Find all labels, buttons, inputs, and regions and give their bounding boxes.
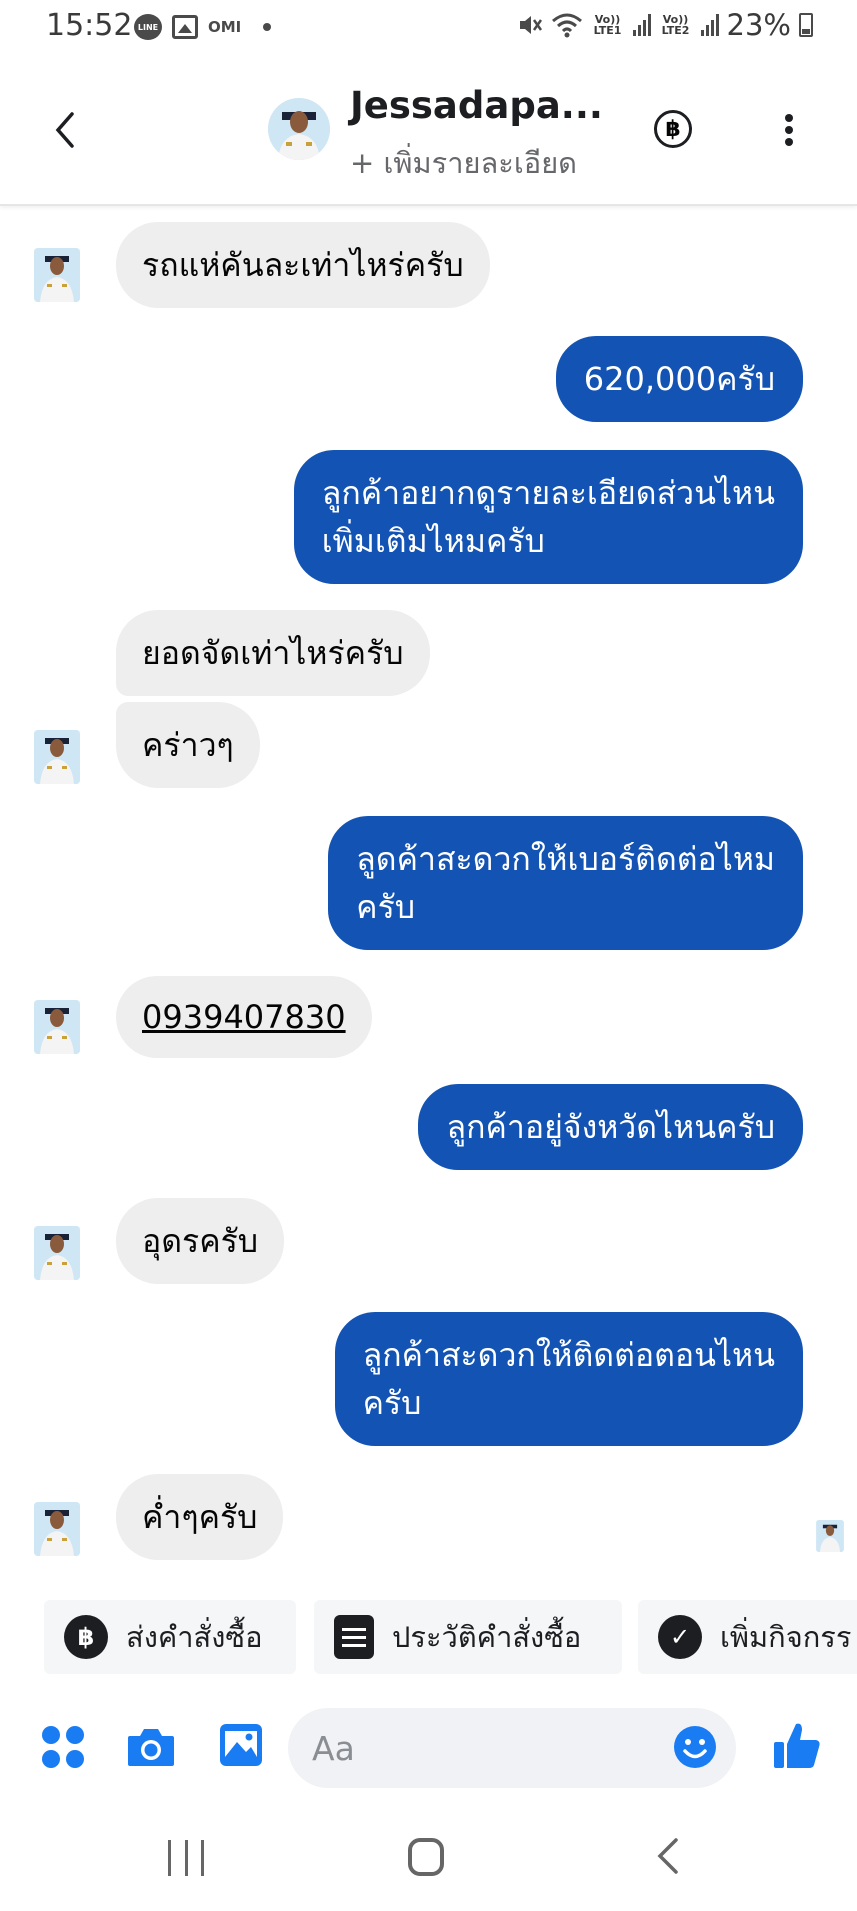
recents-button[interactable] [168, 1840, 204, 1876]
system-navigation-bar [0, 1800, 857, 1911]
outgoing-message[interactable]: ลูกค้าสะดวกให้ติดต่อตอนไหน ครับ [334, 1312, 803, 1446]
order-history-button[interactable]: ประวัติคำสั่งซื้อ [314, 1600, 622, 1674]
contact-avatar-small[interactable] [34, 1502, 80, 1556]
baht-icon: ฿ [665, 116, 681, 142]
baht-circle-icon: ฿ [64, 1615, 108, 1659]
contact-avatar-small[interactable] [34, 730, 80, 784]
person-avatar-icon [268, 98, 330, 160]
omi-icon: OMI [208, 18, 242, 36]
signal-bars-1-icon [632, 14, 651, 36]
incoming-message[interactable]: คร่าวๆ [116, 702, 260, 788]
contact-avatar-small[interactable] [34, 248, 80, 302]
message-text: ลูกค้าอยู่จังหวัดไหนครับ [446, 1108, 775, 1146]
incoming-message[interactable]: ค่ำๆครับ [116, 1474, 284, 1560]
payment-button[interactable]: ฿ [654, 110, 692, 148]
mute-icon [519, 16, 542, 34]
contact-name[interactable]: Jessadapa... [350, 84, 603, 127]
contact-avatar-small[interactable] [34, 1226, 80, 1280]
incoming-message[interactable]: รถแห่คันละเท่าไหร่ครับ [116, 222, 490, 308]
home-button[interactable] [408, 1838, 444, 1876]
contact-avatar[interactable] [268, 98, 330, 160]
add-activity-button[interactable]: ✓ เพิ่มกิจกรร [638, 1600, 857, 1674]
message-input[interactable] [288, 1708, 736, 1788]
person-avatar-icon [34, 1502, 80, 1556]
line-app-icon: LINE [134, 14, 162, 40]
person-avatar-icon [34, 1226, 80, 1280]
camera-icon[interactable] [126, 1726, 176, 1768]
wifi-icon [551, 13, 582, 38]
more-apps-icon[interactable] [42, 1726, 84, 1768]
system-back-button[interactable] [656, 1836, 680, 1876]
incoming-message[interactable]: อุดรครับ [116, 1198, 285, 1284]
message-composer [0, 1700, 857, 1796]
status-time: 15:52 [46, 8, 133, 43]
person-avatar-icon [34, 248, 80, 302]
person-avatar-icon [34, 730, 80, 784]
person-avatar-icon [816, 1520, 844, 1552]
read-receipt-avatar [816, 1520, 844, 1552]
chat-header: Jessadapa... + เพิ่มรายละเอียด ฿ [0, 58, 857, 206]
incoming-message[interactable]: 0939407830 [116, 976, 372, 1058]
message-text: ลูดค้าสะดวกให้เบอร์ติดต่อไหม [356, 840, 775, 878]
signal-bars-2-icon [700, 14, 719, 36]
notification-icons: LINE OMI [134, 14, 272, 40]
sim2-label: Vo)) LTE2 [661, 13, 690, 37]
outgoing-message[interactable]: ลูดค้าสะดวกให้เบอร์ติดต่อไหม ครับ [328, 816, 803, 950]
gallery-icon[interactable] [218, 1722, 264, 1768]
message-text: ครับ [362, 1384, 422, 1422]
status-bar: 15:52 LINE OMI Vo)) LTE1 Vo)) LTE2 23% [0, 0, 857, 58]
outgoing-message[interactable]: ลูกค้าอยากดูรายละเอียดส่วนไหน เพิ่มเติมไ… [293, 450, 803, 584]
quick-action-label: เพิ่มกิจกรร [720, 1620, 852, 1654]
outgoing-message[interactable]: 620,000ครับ [555, 336, 803, 422]
chevron-left-icon [55, 112, 74, 148]
more-notifications-dot-icon [263, 23, 272, 31]
add-details-link[interactable]: + เพิ่มรายละเอียด [350, 140, 577, 186]
message-text: ลูกค้าสะดวกให้ติดต่อตอนไหน [362, 1336, 775, 1374]
battery-percent: 23% [726, 8, 791, 42]
thumbs-up-icon[interactable] [772, 1718, 822, 1772]
gallery-notification-icon [172, 15, 198, 39]
quick-action-label: ประวัติคำสั่งซื้อ [392, 1620, 582, 1654]
check-circle-icon: ✓ [658, 1615, 702, 1659]
send-order-button[interactable]: ฿ ส่งคำสั่งซื้อ [44, 1600, 296, 1674]
message-text: เพิ่มเติมไหมครับ [321, 522, 545, 560]
emoji-icon[interactable] [672, 1724, 718, 1770]
person-avatar-icon [34, 1000, 80, 1054]
more-options-icon[interactable] [774, 110, 804, 150]
battery-icon [799, 13, 813, 37]
phone-number-link[interactable]: 0939407830 [142, 993, 346, 1041]
back-button[interactable] [46, 108, 86, 152]
contact-avatar-small[interactable] [34, 1000, 80, 1054]
order-history-icon [334, 1615, 374, 1659]
system-icons: Vo)) LTE1 Vo)) LTE2 23% [517, 8, 813, 42]
sim1-label: Vo)) LTE1 [593, 13, 622, 37]
message-text: ลูกค้าอยากดูรายละเอียดส่วนไหน [321, 474, 775, 512]
outgoing-message[interactable]: ลูกค้าอยู่จังหวัดไหนครับ [418, 1084, 803, 1170]
message-text: 620,000ครับ [583, 360, 775, 398]
message-text: ครับ [356, 888, 416, 926]
quick-action-label: ส่งคำสั่งซื้อ [126, 1620, 263, 1654]
incoming-message[interactable]: ยอดจัดเท่าไหร่ครับ [116, 610, 430, 696]
